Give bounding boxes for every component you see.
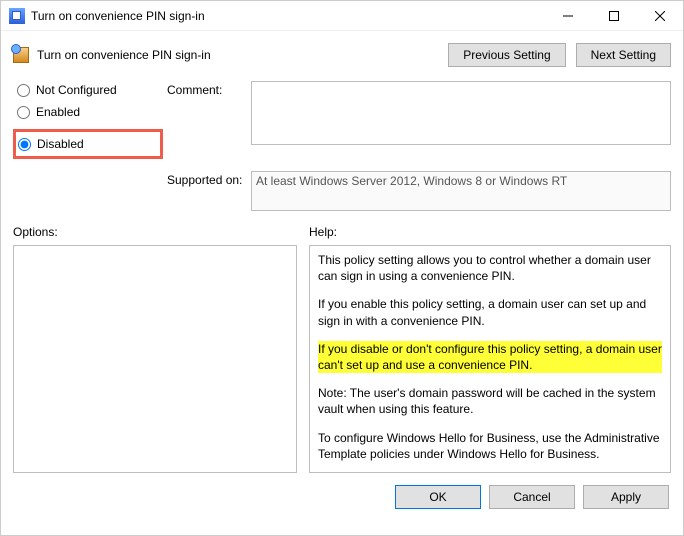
cancel-button[interactable]: Cancel [489,485,575,509]
help-paragraph: To configure Windows Hello for Business,… [318,430,662,462]
policy-icon [13,47,29,63]
apply-button[interactable]: Apply [583,485,669,509]
minimize-button[interactable] [545,1,591,30]
dialog-footer: OK Cancel Apply [13,485,671,509]
app-icon [9,8,25,24]
supported-on-label: Supported on: [167,171,247,187]
radio-not-configured-input[interactable] [17,84,30,97]
help-paragraph: Note: The user's domain password will be… [318,385,662,417]
options-label: Options: [13,225,309,239]
help-pane[interactable]: This policy setting allows you to contro… [309,245,671,473]
options-pane [13,245,297,473]
supported-on-text [251,171,671,211]
previous-setting-button[interactable]: Previous Setting [448,43,565,67]
policy-name: Turn on convenience PIN sign-in [37,48,448,62]
help-label: Help: [309,225,337,239]
highlight-disabled: Disabled [13,129,163,159]
title-bar: Turn on convenience PIN sign-in [1,1,683,31]
radio-enabled[interactable]: Enabled [17,105,163,119]
next-setting-button[interactable]: Next Setting [576,43,671,67]
radio-not-configured-label: Not Configured [36,83,117,97]
radio-not-configured[interactable]: Not Configured [17,83,163,97]
window-title: Turn on convenience PIN sign-in [31,9,545,23]
help-paragraph: This policy setting allows you to contro… [318,252,662,284]
radio-enabled-input[interactable] [17,106,30,119]
policy-header: Turn on convenience PIN sign-in Previous… [13,43,671,67]
window-controls [545,1,683,30]
radio-enabled-label: Enabled [36,105,80,119]
comment-label: Comment: [167,81,247,97]
radio-disabled-input[interactable] [18,138,31,151]
comment-textarea[interactable] [251,81,671,145]
maximize-button[interactable] [591,1,637,30]
radio-disabled-label: Disabled [37,137,84,151]
radio-disabled[interactable]: Disabled [18,137,136,151]
help-paragraph-highlight: If you disable or don't configure this p… [318,341,662,373]
ok-button[interactable]: OK [395,485,481,509]
close-button[interactable] [637,1,683,30]
state-radio-group: Not Configured Enabled Disabled [13,81,163,159]
help-paragraph: If you enable this policy setting, a dom… [318,296,662,328]
